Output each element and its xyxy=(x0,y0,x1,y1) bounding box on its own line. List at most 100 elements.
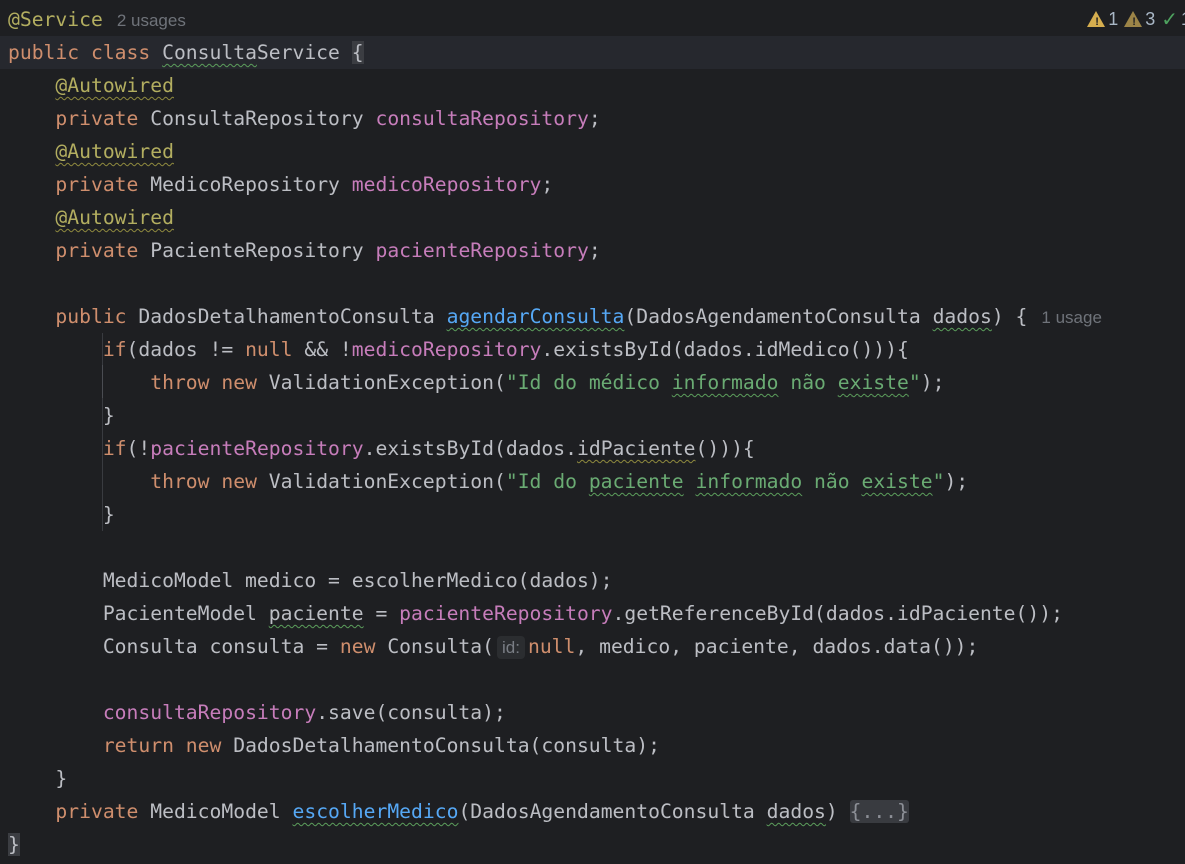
code-line[interactable]: public class ConsultaService { xyxy=(0,36,1185,69)
code-token: (DadosAgendamentoConsulta xyxy=(458,800,767,823)
code-line[interactable] xyxy=(0,267,1185,300)
code-line[interactable]: private MedicoModel escolherMedico(Dados… xyxy=(0,795,1185,828)
code-token: MedicoModel medico = escolherMedico(dado… xyxy=(8,569,613,592)
code-line[interactable]: @Autowired xyxy=(0,69,1185,102)
code-token: informado xyxy=(695,470,803,493)
code-line[interactable]: private PacienteRepository pacienteRepos… xyxy=(0,234,1185,267)
code-line[interactable]: private ConsultaRepository consultaRepos… xyxy=(0,102,1185,135)
code-token: pacienteRepository xyxy=(399,602,613,625)
code-token: " xyxy=(908,371,921,394)
code-line[interactable]: } xyxy=(0,498,1185,531)
code-token: private xyxy=(55,239,151,262)
code-line[interactable]: Consulta consulta = new Consulta(id: null… xyxy=(0,630,1185,663)
code-line[interactable]: consultaRepository.save(consulta); xyxy=(0,696,1185,729)
code-token: idPaciente xyxy=(576,437,696,460)
code-token: (dados != xyxy=(126,338,246,361)
code-token: ) xyxy=(825,800,850,823)
code-token: não xyxy=(802,470,862,493)
code-token: ValidationException( xyxy=(268,470,506,493)
code-token: existe xyxy=(837,371,909,394)
code-token: } xyxy=(8,767,68,790)
code-line[interactable]: if(!pacienteRepository.existsById(dados.… xyxy=(0,432,1185,465)
typos-indicator[interactable]: ✓ 1 xyxy=(1161,7,1185,32)
code-token: dados xyxy=(932,305,992,328)
code-token: } xyxy=(8,404,115,427)
code-token: "Id do médico xyxy=(505,371,672,394)
code-token: PacienteRepository xyxy=(150,239,376,262)
code-line[interactable]: return new DadosDetalhamentoConsulta(con… xyxy=(0,729,1185,762)
code-token: Consulta consulta = xyxy=(8,635,340,658)
code-line[interactable]: throw new ValidationException("Id do pac… xyxy=(0,465,1185,498)
code-line[interactable]: } xyxy=(0,828,1185,861)
inspection-widget[interactable]: ! 1 ! 3 ✓ 1 xyxy=(1087,6,1185,32)
code-token: MedicoRepository xyxy=(150,173,352,196)
code-token: && ! xyxy=(292,338,352,361)
code-line[interactable]: private MedicoRepository medicoRepositor… xyxy=(0,168,1185,201)
code-token: paciente xyxy=(268,602,364,625)
code-token: agendarConsulta xyxy=(446,305,625,328)
code-token: private xyxy=(55,800,151,823)
code-token: paciente xyxy=(588,470,684,493)
code-token: ) { xyxy=(991,305,1028,328)
code-token: ; xyxy=(588,107,601,130)
code-line[interactable]: @Autowired xyxy=(0,201,1185,234)
code-token: " xyxy=(932,470,945,493)
code-line[interactable]: } xyxy=(0,762,1185,795)
code-line[interactable]: } xyxy=(0,399,1185,432)
folded-code-button[interactable]: {...} xyxy=(849,800,909,823)
code-token: private xyxy=(55,173,151,196)
code-editor[interactable]: @Service 2 usages public class ConsultaSer… xyxy=(0,0,1185,864)
code-token: informado xyxy=(671,371,779,394)
code-line[interactable] xyxy=(0,531,1185,564)
code-token: consultaRepository xyxy=(102,701,317,724)
code-token: @Autowired xyxy=(55,74,174,97)
code-line[interactable]: PacienteModel paciente = pacienteReposit… xyxy=(0,597,1185,630)
code-token: MedicoModel xyxy=(150,800,293,823)
code-token: } xyxy=(8,503,115,526)
code-token: ValidationException( xyxy=(268,371,506,394)
code-token: ; xyxy=(588,239,601,262)
code-line[interactable]: MedicoModel medico = escolherMedico(dado… xyxy=(0,564,1185,597)
code-token: public class xyxy=(8,41,163,64)
code-token: @Service xyxy=(8,8,103,31)
parameter-hint: id: xyxy=(497,636,525,659)
code-token: Service xyxy=(256,41,352,64)
code-token: { xyxy=(351,41,364,64)
typos-count: 1 xyxy=(1181,9,1185,30)
warnings-indicator[interactable]: ! 1 xyxy=(1087,9,1118,30)
code-line[interactable]: throw new ValidationException("Id do méd… xyxy=(0,366,1185,399)
code-token: escolherMedico xyxy=(292,800,459,823)
code-token: pacienteRepository xyxy=(375,239,589,262)
code-token: null xyxy=(245,338,293,361)
code-token: new xyxy=(339,635,388,658)
weak-warnings-indicator[interactable]: ! 3 xyxy=(1124,9,1155,30)
usages-hint[interactable]: 1 usage xyxy=(1041,308,1102,327)
code-token: consultaRepository xyxy=(375,107,589,130)
code-line[interactable]: public DadosDetalhamentoConsulta agendar… xyxy=(0,300,1185,333)
code-token: ())){ xyxy=(695,437,755,460)
code-line[interactable] xyxy=(0,663,1185,696)
usages-hint[interactable]: 2 usages xyxy=(117,11,186,30)
code-token: if xyxy=(102,338,127,361)
code-token: } xyxy=(8,833,20,856)
code-token: if xyxy=(102,437,127,460)
code-line[interactable]: @Autowired xyxy=(0,135,1185,168)
code-token: @Autowired xyxy=(55,206,174,229)
code-line[interactable]: if(dados != null && !medicoRepository.ex… xyxy=(0,333,1185,366)
code-line[interactable]: @Service 2 usages xyxy=(0,3,1185,36)
code-token: medicoRepository xyxy=(351,173,542,196)
